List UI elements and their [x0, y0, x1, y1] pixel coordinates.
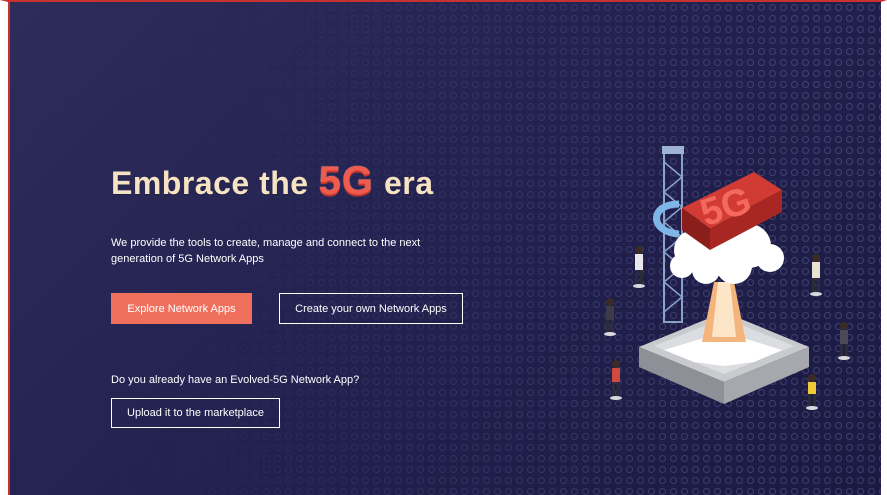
create-network-apps-button[interactable]: Create your own Network Apps [279, 293, 463, 324]
hero-section: Embrace the 5G era We provide the tools … [8, 2, 881, 495]
person-figure [810, 254, 822, 296]
5g-tower-illustration: 5G [604, 146, 850, 410]
person-figure [806, 374, 818, 410]
page-frame: Embrace the 5G era We provide the tools … [0, 0, 887, 495]
person-figure [633, 246, 645, 288]
headline-prefix: Embrace the [111, 165, 309, 201]
person-figure [838, 322, 850, 360]
person-figure [610, 360, 622, 400]
headline-5g-highlight: 5G [318, 159, 374, 203]
hero-subtitle: We provide the tools to create, manage a… [111, 237, 421, 265]
hero-headline: Embrace the 5G era [111, 159, 433, 204]
person-figure [604, 298, 616, 336]
headline-suffix: era [383, 165, 434, 201]
upload-marketplace-button[interactable]: Upload it to the marketplace [111, 398, 280, 428]
upload-question-text: Do you already have an Evolved-5G Networ… [111, 374, 360, 386]
explore-network-apps-button[interactable]: Explore Network Apps [111, 293, 252, 324]
